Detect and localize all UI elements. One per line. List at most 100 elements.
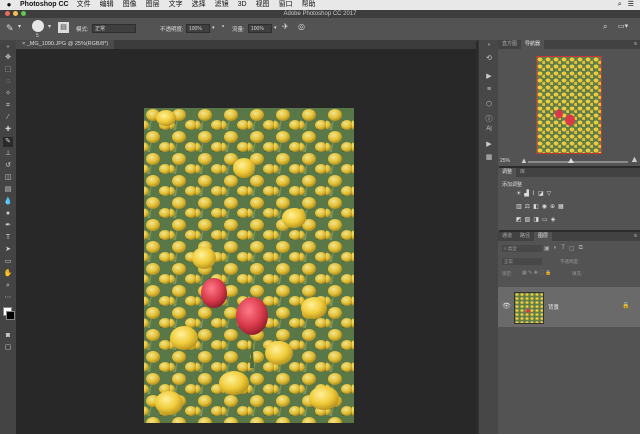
hue-saturation-icon[interactable]: ▥ xyxy=(516,203,522,210)
pen-tool-icon[interactable]: ✒ xyxy=(3,221,13,231)
3d-panel-icon[interactable]: ⬡ xyxy=(484,100,494,108)
actions-panel-icon[interactable]: ▶ xyxy=(484,72,494,80)
menu-3d[interactable]: 3D xyxy=(238,0,247,10)
filter-type-icon[interactable]: T xyxy=(561,245,565,252)
eraser-tool-icon[interactable]: ◫ xyxy=(3,173,13,183)
menu-edit[interactable]: 编辑 xyxy=(100,0,114,10)
zoom-slider-handle[interactable] xyxy=(568,158,574,163)
zoom-slider[interactable] xyxy=(528,161,628,163)
menu-file[interactable]: 文件 xyxy=(77,0,91,10)
quick-mask-icon[interactable]: ◙ xyxy=(3,331,13,341)
brush-tool-icon[interactable]: ✎ xyxy=(6,23,14,34)
background-color-swatch[interactable] xyxy=(6,311,15,320)
tab-adjustments[interactable]: 调整 xyxy=(498,168,517,177)
menu-view[interactable]: 视图 xyxy=(256,0,270,10)
mode-select[interactable]: 正常 xyxy=(92,24,136,33)
panel-menu-icon[interactable]: ≡ xyxy=(634,40,640,49)
invert-icon[interactable]: ◩ xyxy=(516,216,522,223)
selective-color-icon[interactable]: ◈ xyxy=(551,216,556,223)
menu-window[interactable]: 窗口 xyxy=(279,0,293,10)
filter-adjust-icon[interactable]: ◐ xyxy=(554,245,558,252)
menu-list-icon[interactable]: ☰ xyxy=(628,0,634,10)
gradient-tool-icon[interactable]: ▤ xyxy=(3,185,13,195)
zoom-tool-icon[interactable]: ⌕ xyxy=(3,281,13,291)
crop-tool-icon[interactable]: ⌗ xyxy=(3,101,13,111)
vibrance-icon[interactable]: ▽ xyxy=(547,190,552,197)
pressure-size-icon[interactable]: ◎ xyxy=(298,22,305,31)
apple-icon[interactable]: ● xyxy=(4,0,14,10)
brightness-icon[interactable]: ☀ xyxy=(516,190,521,197)
zoom-value[interactable]: 25% xyxy=(500,158,510,164)
exposure-icon[interactable]: ◪ xyxy=(538,190,544,197)
zoom-out-icon[interactable]: ▲ xyxy=(520,156,528,165)
close-tab-icon[interactable]: × xyxy=(22,41,25,47)
more-tools-icon[interactable]: ⋯ xyxy=(3,293,13,303)
zoom-in-icon[interactable]: ▲ xyxy=(630,154,639,164)
menu-help[interactable]: 帮助 xyxy=(302,0,316,10)
workspace-icon[interactable]: ▭▾ xyxy=(618,22,628,30)
move-tool-icon[interactable]: ✥ xyxy=(3,53,13,63)
tab-histogram[interactable]: 直方图 xyxy=(498,40,521,49)
tab-libraries[interactable]: 库 xyxy=(516,168,529,177)
canvas-area[interactable] xyxy=(16,49,476,434)
document-tab[interactable]: × _MG_1090.JPG @ 25%(RGB/8*) xyxy=(16,40,115,49)
brush-settings-panel-icon[interactable]: ▤ xyxy=(58,22,69,33)
flow-input[interactable]: 100% xyxy=(248,24,272,33)
blur-tool-icon[interactable]: 💧 xyxy=(3,197,13,207)
filter-smart-icon[interactable]: ⧉ xyxy=(579,245,583,252)
filter-shape-icon[interactable]: ▢ xyxy=(569,245,575,252)
dodge-tool-icon[interactable]: ● xyxy=(3,209,13,219)
color-balance-icon[interactable]: ⚖ xyxy=(525,203,530,210)
clone-stamp-tool-icon[interactable]: ⊥ xyxy=(3,149,13,159)
tab-channels[interactable]: 通道 xyxy=(498,232,516,241)
tool-preset-chevron-icon[interactable]: ▾ xyxy=(18,23,21,30)
channel-mixer-icon[interactable]: ⊕ xyxy=(550,203,555,210)
info-panel-icon[interactable]: ⓘ xyxy=(484,114,494,124)
quick-select-tool-icon[interactable]: ✧ xyxy=(3,89,13,99)
gradient-map-icon[interactable]: ▭ xyxy=(542,216,548,223)
posterize-icon[interactable]: ▧ xyxy=(525,216,531,223)
opacity-dropdown-icon[interactable]: ▾ xyxy=(212,25,215,31)
flow-dropdown-icon[interactable]: ▾ xyxy=(274,25,277,31)
brush-preview-icon[interactable] xyxy=(32,20,44,32)
photo-filter-icon[interactable]: ◉ xyxy=(542,203,547,210)
panel-collapse-icon[interactable]: » xyxy=(3,42,13,52)
timeline-panel-icon[interactable]: ▶ xyxy=(484,140,494,148)
eyedropper-tool-icon[interactable]: ⁄ xyxy=(3,113,13,123)
properties-panel-icon[interactable]: ≡ xyxy=(484,86,494,93)
levels-icon[interactable]: ▟ xyxy=(524,190,529,197)
healing-brush-tool-icon[interactable]: ✚ xyxy=(3,125,13,135)
strip-collapse-icon[interactable]: « xyxy=(484,42,494,48)
layers-panel-menu-icon[interactable]: ≡ xyxy=(634,232,640,241)
curves-icon[interactable]: ⌇ xyxy=(532,190,535,197)
app-menu[interactable]: Photoshop CC xyxy=(20,0,69,10)
menu-filter[interactable]: 滤镜 xyxy=(215,0,229,10)
black-white-icon[interactable]: ◧ xyxy=(533,203,539,210)
pressure-opacity-icon[interactable]: ◔ xyxy=(220,22,225,31)
history-panel-icon[interactable]: ⟲ xyxy=(484,54,494,62)
swatches-panel-icon[interactable]: ▦ xyxy=(484,153,494,161)
type-tool-icon[interactable]: T xyxy=(3,233,13,243)
blend-mode-select[interactable]: 正常 xyxy=(502,258,542,265)
tulip-photo[interactable] xyxy=(144,108,354,423)
tab-layers[interactable]: 图层 xyxy=(534,232,553,241)
opacity-input[interactable]: 100% xyxy=(186,24,210,33)
hand-tool-icon[interactable]: ✋ xyxy=(3,269,13,279)
navigator-thumbnail[interactable] xyxy=(536,56,602,154)
tab-paths[interactable]: 路径 xyxy=(516,232,534,241)
color-lookup-icon[interactable]: ▦ xyxy=(558,203,564,210)
lasso-tool-icon[interactable]: ◌ xyxy=(3,77,13,87)
marquee-tool-icon[interactable]: ⬚ xyxy=(3,65,13,75)
menu-image[interactable]: 图像 xyxy=(123,0,137,10)
layer-row-background[interactable]: 👁 背景 🔒 xyxy=(498,287,640,327)
threshold-icon[interactable]: ◨ xyxy=(533,216,539,223)
layer-visibility-eye-icon[interactable]: 👁 xyxy=(502,302,511,310)
screen-mode-icon[interactable]: ▢ xyxy=(3,343,13,353)
airbrush-icon[interactable]: ✈ xyxy=(282,22,289,31)
menu-select[interactable]: 选择 xyxy=(192,0,206,10)
brush-picker-chevron-icon[interactable]: ▾ xyxy=(48,23,51,30)
character-panel-icon[interactable]: A| xyxy=(484,126,494,132)
lock-icons[interactable]: ▦ ✎ ✥ ⬚ 🔒 xyxy=(522,270,552,276)
tab-navigator[interactable]: 导航器 xyxy=(521,40,545,49)
search-tool-icon[interactable]: ⌕ xyxy=(603,22,607,32)
